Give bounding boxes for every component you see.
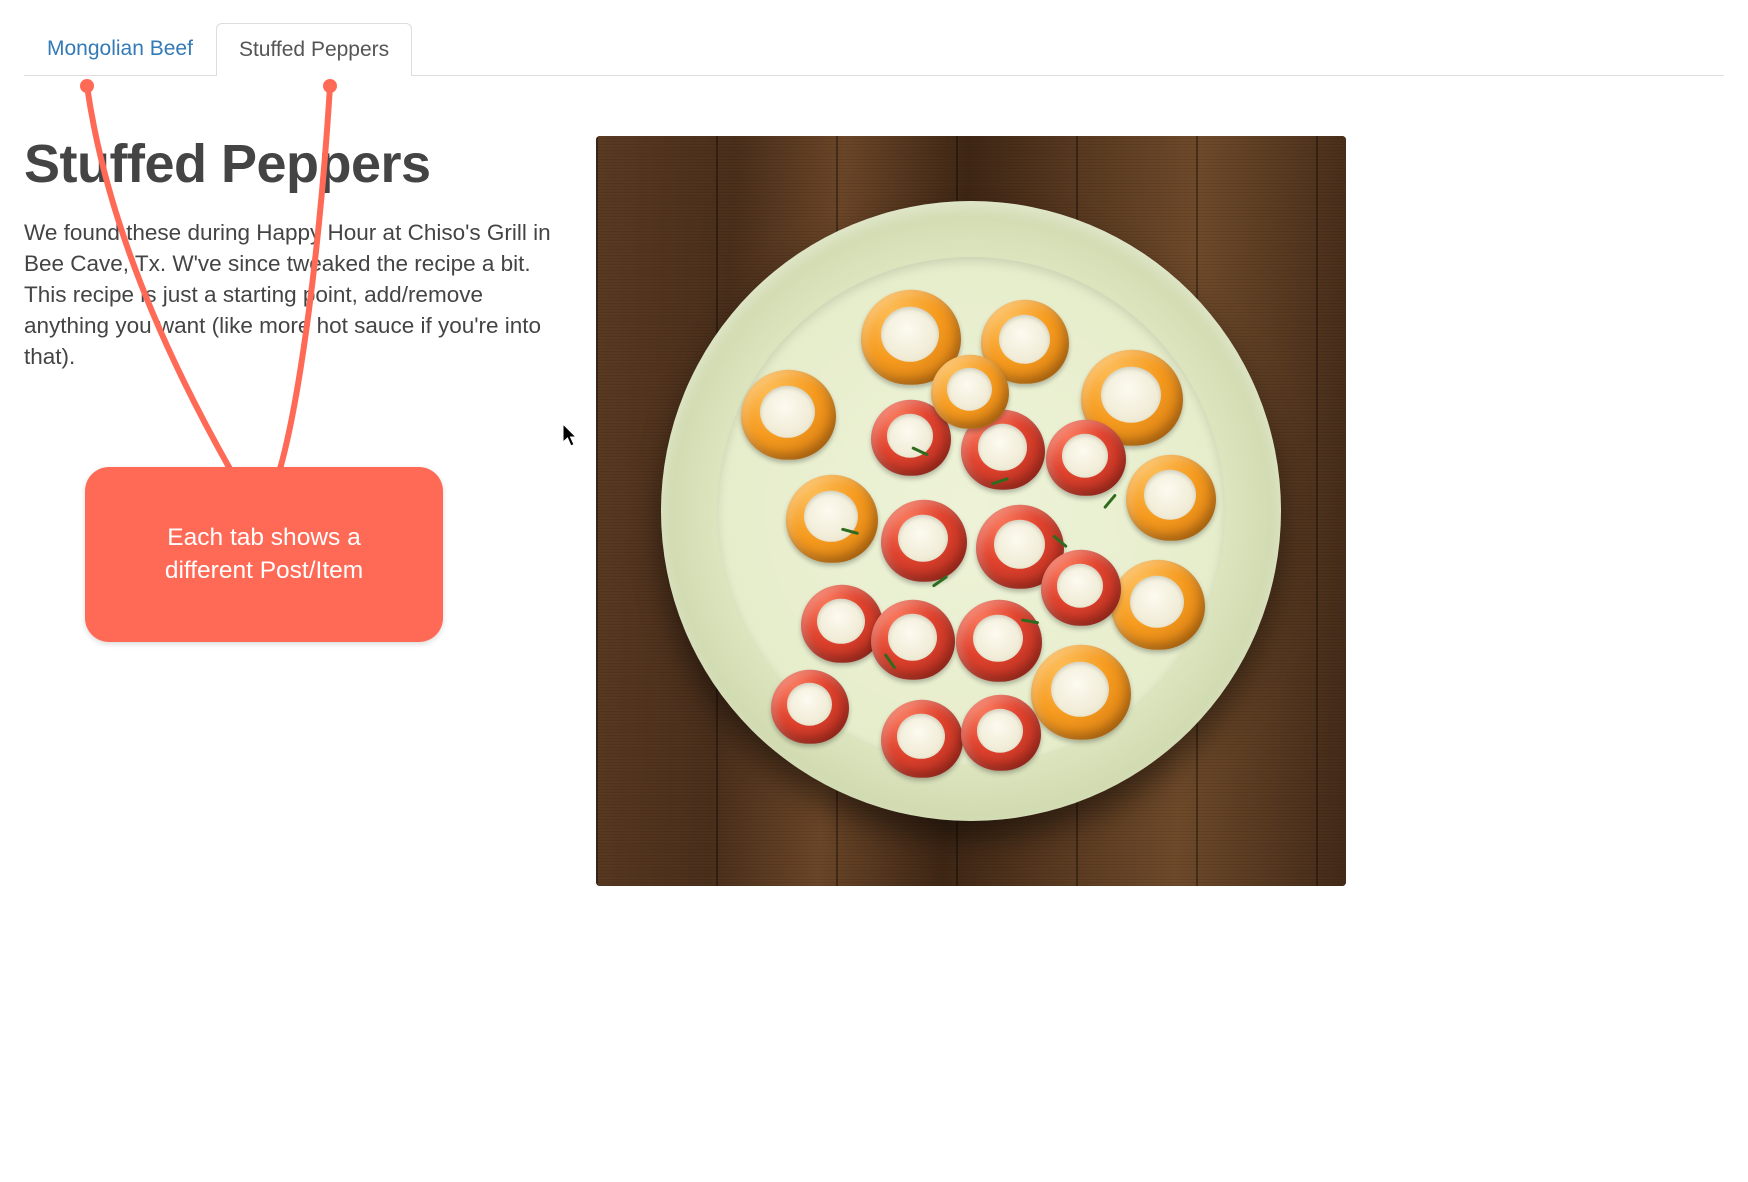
tab-mongolian-beef[interactable]: Mongolian Beef [24,22,216,75]
post-description: We found these during Happy Hour at Chis… [24,217,564,372]
post-title: Stuffed Peppers [24,136,564,193]
tab-bar: Mongolian Beef Stuffed Peppers [24,18,1724,76]
post-image-column [596,136,1724,886]
post-image [596,136,1346,886]
image-peppers [731,300,1211,740]
tab-stuffed-peppers[interactable]: Stuffed Peppers [216,23,412,76]
annotation-callout: Each tab shows a different Post/Item [85,467,443,642]
page-root: Mongolian Beef Stuffed Peppers Stuffed P… [0,18,1748,1182]
cursor-icon [563,424,581,448]
annotation-text: Each tab shows a different Post/Item [121,522,407,587]
